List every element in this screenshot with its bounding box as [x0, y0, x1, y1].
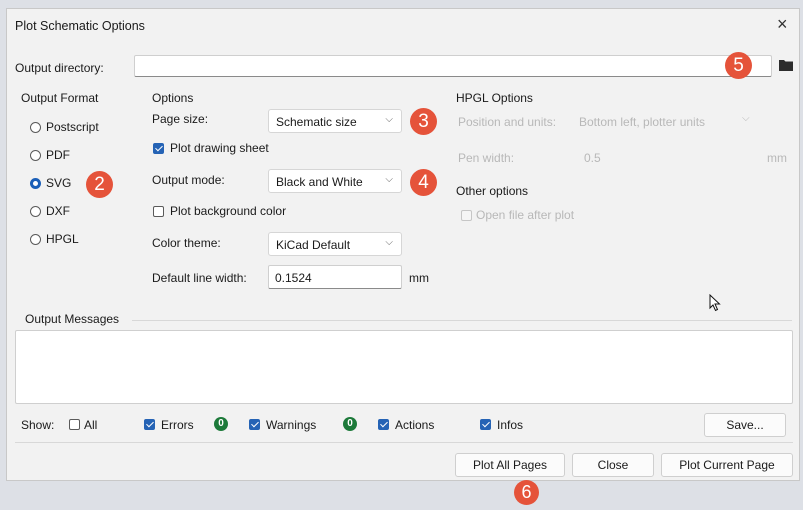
output-format-heading: Output Format — [21, 91, 99, 105]
plot-drawing-sheet-checkbox[interactable] — [153, 143, 164, 154]
output-messages-area[interactable] — [15, 330, 793, 404]
folder-icon[interactable] — [777, 57, 795, 73]
footer-divider — [15, 442, 793, 443]
chevron-down-icon: ⌵ — [385, 174, 393, 185]
color-theme-value: KiCad Default — [276, 238, 351, 252]
radio-postscript[interactable] — [30, 122, 41, 133]
filter-warnings-checkbox[interactable] — [249, 419, 260, 430]
messages-divider — [132, 320, 792, 321]
output-mode-select[interactable]: Black and White ⌵ — [268, 169, 402, 193]
other-options-heading: Other options — [456, 184, 529, 198]
output-mode-label: Output mode: — [152, 173, 225, 187]
radio-pdf-label: PDF — [46, 148, 70, 162]
plot-all-pages-button[interactable]: Plot All Pages — [455, 453, 565, 477]
chevron-down-icon: ⌵ — [385, 237, 393, 248]
color-theme-select[interactable]: KiCad Default ⌵ — [268, 232, 402, 256]
line-width-unit: mm — [409, 271, 429, 285]
output-directory-input[interactable] — [134, 55, 772, 77]
pen-width-input[interactable]: 0.5 — [584, 151, 601, 165]
radio-pdf[interactable] — [30, 150, 41, 161]
plot-current-page-button[interactable]: Plot Current Page — [661, 453, 793, 477]
close-icon[interactable]: × — [777, 15, 788, 33]
line-width-input[interactable]: 0.1524 — [268, 265, 402, 289]
radio-svg-label: SVG — [46, 176, 72, 190]
chevron-down-icon: ⌵ — [742, 113, 750, 124]
radio-dxf-label: DXF — [46, 204, 70, 218]
filter-all-checkbox[interactable] — [69, 419, 80, 430]
chevron-down-icon: ⌵ — [385, 114, 393, 125]
annotation-marker-6: 6 — [514, 480, 539, 505]
hpgl-options-heading: HPGL Options — [456, 91, 533, 105]
options-heading: Options — [152, 91, 194, 105]
pen-width-unit: mm — [767, 151, 787, 165]
errors-count-badge: 0 — [214, 417, 228, 431]
filter-actions-checkbox[interactable] — [378, 419, 389, 430]
plot-background-label: Plot background color — [170, 204, 287, 218]
filter-actions-label: Actions — [395, 418, 435, 432]
position-units-label: Position and units: — [458, 115, 557, 129]
open-file-checkbox[interactable] — [461, 210, 472, 221]
filter-warnings-label: Warnings — [266, 418, 317, 432]
filter-errors-checkbox[interactable] — [144, 419, 155, 430]
warnings-count-badge: 0 — [343, 417, 357, 431]
annotation-marker-2: 2 — [86, 171, 113, 198]
radio-postscript-label: Postscript — [46, 120, 99, 134]
mouse-cursor-icon — [709, 293, 721, 315]
output-messages-heading: Output Messages — [25, 312, 120, 326]
radio-dxf[interactable] — [30, 206, 41, 217]
plot-schematic-dialog: Plot Schematic Options × Output director… — [6, 8, 800, 481]
line-width-value: 0.1524 — [275, 271, 312, 285]
annotation-marker-3: 3 — [410, 108, 437, 135]
page-size-select[interactable]: Schematic size ⌵ — [268, 109, 402, 133]
output-directory-label: Output directory: — [15, 61, 104, 75]
dialog-title: Plot Schematic Options — [15, 19, 145, 33]
open-file-label: Open file after plot — [476, 208, 575, 222]
filter-infos-checkbox[interactable] — [480, 419, 491, 430]
close-button[interactable]: Close — [572, 453, 654, 477]
radio-hpgl-label: HPGL — [46, 232, 79, 246]
radio-hpgl[interactable] — [30, 234, 41, 245]
filter-infos-label: Infos — [497, 418, 524, 432]
filter-errors-label: Errors — [161, 418, 194, 432]
output-mode-value: Black and White — [276, 175, 363, 189]
save-button[interactable]: Save... — [704, 413, 786, 437]
line-width-label: Default line width: — [152, 271, 247, 285]
page-size-value: Schematic size — [276, 115, 357, 129]
annotation-marker-5: 5 — [725, 52, 752, 79]
show-label: Show: — [21, 418, 55, 432]
plot-drawing-sheet-label: Plot drawing sheet — [170, 141, 269, 155]
color-theme-label: Color theme: — [152, 236, 221, 250]
annotation-marker-4: 4 — [410, 169, 437, 196]
position-units-select[interactable]: Bottom left, plotter units — [579, 115, 705, 129]
filter-all-label: All — [84, 418, 98, 432]
radio-svg[interactable] — [30, 178, 41, 189]
plot-background-checkbox[interactable] — [153, 206, 164, 217]
pen-width-label: Pen width: — [458, 151, 515, 165]
page-size-label: Page size: — [152, 112, 209, 126]
